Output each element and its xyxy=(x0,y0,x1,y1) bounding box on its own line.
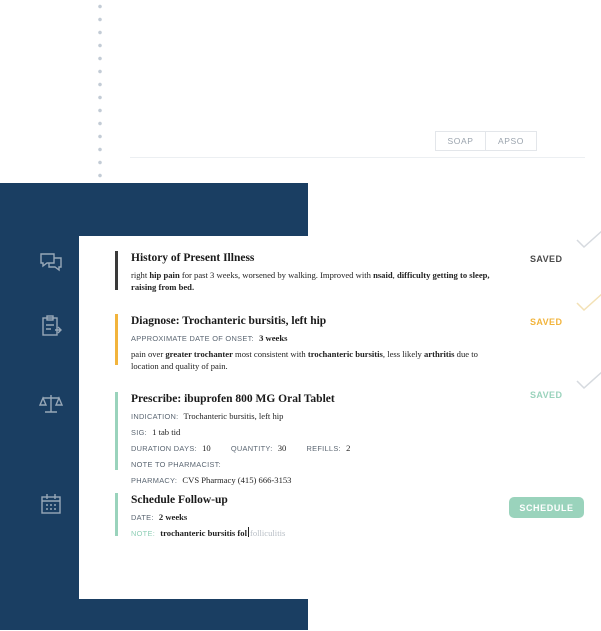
date-field[interactable]: DATE: 2 weeks xyxy=(131,511,491,524)
schedule-button[interactable]: SCHEDULE xyxy=(509,497,584,518)
section-bar xyxy=(115,392,118,470)
autocomplete-suggestion[interactable]: folliculitis xyxy=(250,528,285,538)
apso-toggle-button[interactable]: APSO xyxy=(486,131,537,151)
soap-toggle-button[interactable]: SOAP xyxy=(435,131,486,151)
check-icon xyxy=(575,228,601,250)
diagnose-status: SAVED xyxy=(530,317,563,327)
pharmacy-field[interactable]: PHARMACY: CVS Pharmacy (415) 666-3153 xyxy=(131,474,491,487)
indication-field[interactable]: INDICATION: Trochanteric bursitis, left … xyxy=(131,410,491,423)
clipboard-icon[interactable] xyxy=(38,313,64,339)
hpi-text[interactable]: right hip pain for past 3 weeks, worsene… xyxy=(131,269,491,293)
section-bar xyxy=(115,314,118,365)
prescribe-status: SAVED xyxy=(530,390,563,400)
onset-field[interactable]: APPROXIMATE DATE OF ONSET: 3 weeks xyxy=(131,332,491,345)
prescribe-title: Prescribe: ibuprofen 800 MG Oral Tablet xyxy=(131,393,335,405)
schedule-note-field[interactable]: NOTE: trochanteric bursitis fol folliculi… xyxy=(131,527,491,540)
chat-icon[interactable] xyxy=(38,249,64,275)
check-icon xyxy=(575,369,601,391)
schedule-title: Schedule Follow-up xyxy=(131,494,228,506)
pharmacist-note-field[interactable]: NOTE TO PHARMACIST: xyxy=(131,458,491,471)
text-caret xyxy=(247,527,249,537)
section-bar xyxy=(115,251,118,290)
calendar-icon[interactable] xyxy=(38,491,64,517)
section-bar xyxy=(115,493,118,536)
check-icon xyxy=(575,291,601,313)
sig-field[interactable]: SIG: 1 tab tid xyxy=(131,426,491,439)
hpi-title: History of Present Illness xyxy=(131,252,255,264)
diagnose-text[interactable]: pain over greater trochanter most consis… xyxy=(131,348,491,372)
diagnose-title: Diagnose: Trochanteric bursitis, left hi… xyxy=(131,315,327,327)
header-divider xyxy=(130,157,585,158)
note-format-toggle[interactable]: SOAP APSO xyxy=(435,131,537,151)
dosage-fields[interactable]: DURATION DAYS: 10 QUANTITY: 30 REFILLS: … xyxy=(131,442,491,455)
scale-icon[interactable] xyxy=(38,391,64,417)
hpi-status: SAVED xyxy=(530,254,563,264)
